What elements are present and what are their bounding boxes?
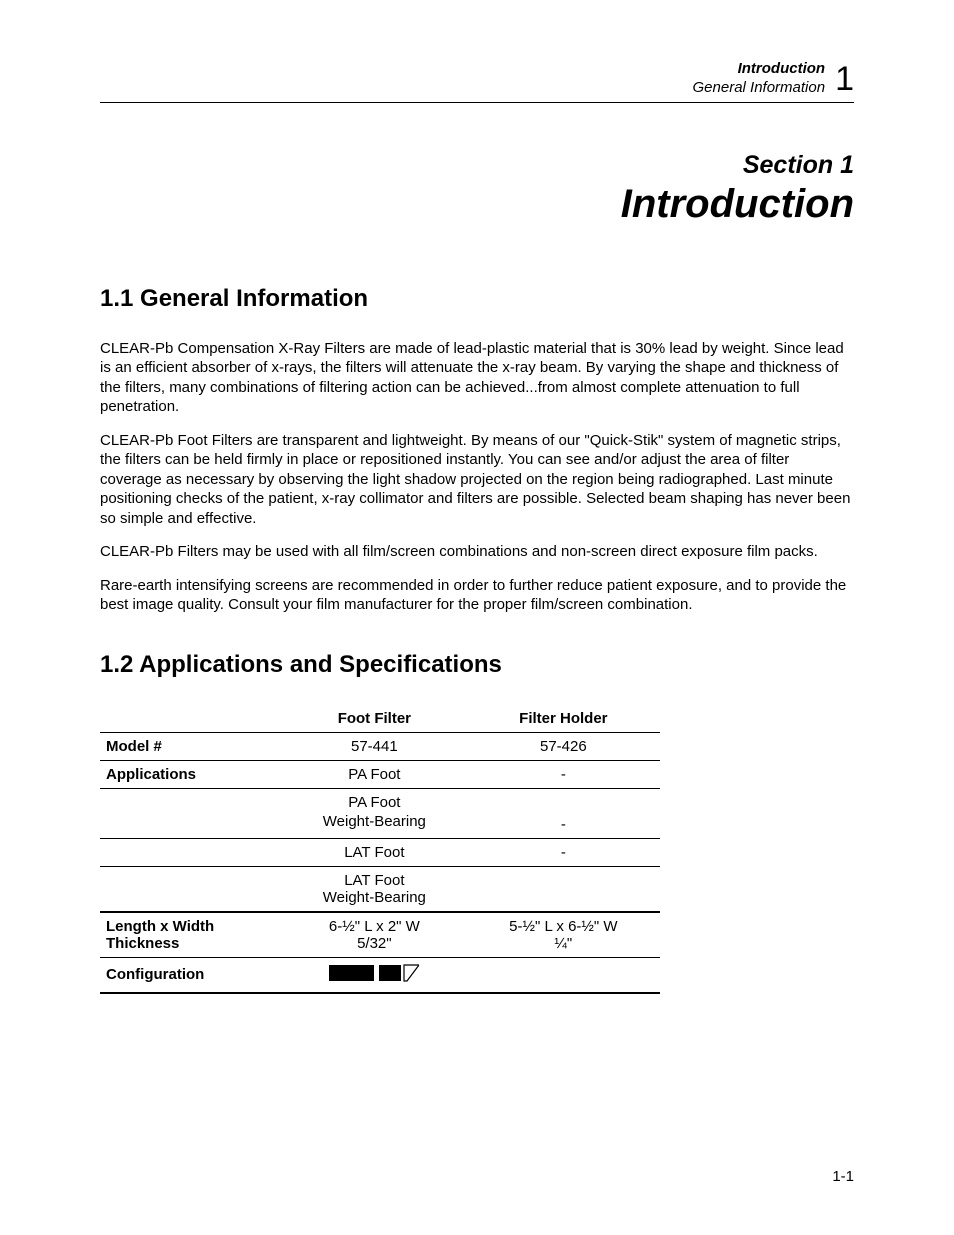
cell: Weight-Bearing (282, 811, 467, 839)
cell: - (467, 760, 660, 788)
cell: 57-441 (282, 732, 467, 760)
cell: PA Foot (282, 788, 467, 811)
cell: Weight-Bearing (282, 889, 467, 912)
paragraph: Rare-earth intensifying screens are reco… (100, 576, 854, 615)
section-label: Section 1 (100, 151, 854, 180)
cell: LAT Foot (282, 838, 467, 866)
row-label: Thickness (100, 935, 282, 958)
cell: 5/32" (282, 935, 467, 958)
row-label: Length x Width (100, 912, 282, 935)
section-title: Introduction (100, 182, 854, 227)
cell: 57-426 (467, 732, 660, 760)
paragraph: CLEAR-Pb Compensation X-Ray Filters are … (100, 339, 854, 417)
page: Introduction General Information 1 Secti… (0, 0, 954, 1235)
paragraph: CLEAR-Pb Foot Filters are transparent an… (100, 431, 854, 529)
chapter-number: 1 (835, 62, 854, 96)
column-header: Foot Filter (282, 705, 467, 733)
row-label: Configuration (100, 957, 282, 993)
cell-configuration-diagram (282, 957, 467, 993)
cell: 6-½" L x 2" W (282, 912, 467, 935)
column-header: Filter Holder (467, 705, 660, 733)
table-row: PA Foot (100, 788, 660, 811)
row-label: Model # (100, 732, 282, 760)
table-row: Model # 57-441 57-426 (100, 732, 660, 760)
cell: PA Foot (282, 760, 467, 788)
paragraph: CLEAR-Pb Filters may be used with all fi… (100, 542, 854, 562)
row-label: Applications (100, 760, 282, 788)
table-row: Configuration (100, 957, 660, 993)
filter-shape-icon (329, 963, 419, 983)
cell: - (467, 838, 660, 866)
cell: - (467, 811, 660, 839)
page-header: Introduction General Information 1 (100, 60, 854, 103)
cell: 5-½" L x 6-½" W (467, 912, 660, 935)
specifications-table: Foot Filter Filter Holder Model # 57-441… (100, 705, 660, 994)
page-number: 1-1 (832, 1168, 854, 1185)
table-row: LAT Foot (100, 866, 660, 889)
heading-applications-specifications: 1.2 Applications and Specifications (100, 651, 854, 679)
table-row: Thickness 5/32" ¼" (100, 935, 660, 958)
cell: LAT Foot (282, 866, 467, 889)
table-row: LAT Foot - (100, 838, 660, 866)
heading-general-information: 1.1 General Information (100, 285, 854, 313)
table-row: Length x Width 6-½" L x 2" W 5-½" L x 6-… (100, 912, 660, 935)
section-heading-block: Section 1 Introduction (100, 151, 854, 227)
table-row: Applications PA Foot - (100, 760, 660, 788)
table-row: Weight-Bearing (100, 889, 660, 912)
header-subtitle: General Information (693, 79, 826, 98)
cell: ¼" (467, 935, 660, 958)
header-title: Introduction (693, 60, 826, 79)
table-row: Weight-Bearing - (100, 811, 660, 839)
